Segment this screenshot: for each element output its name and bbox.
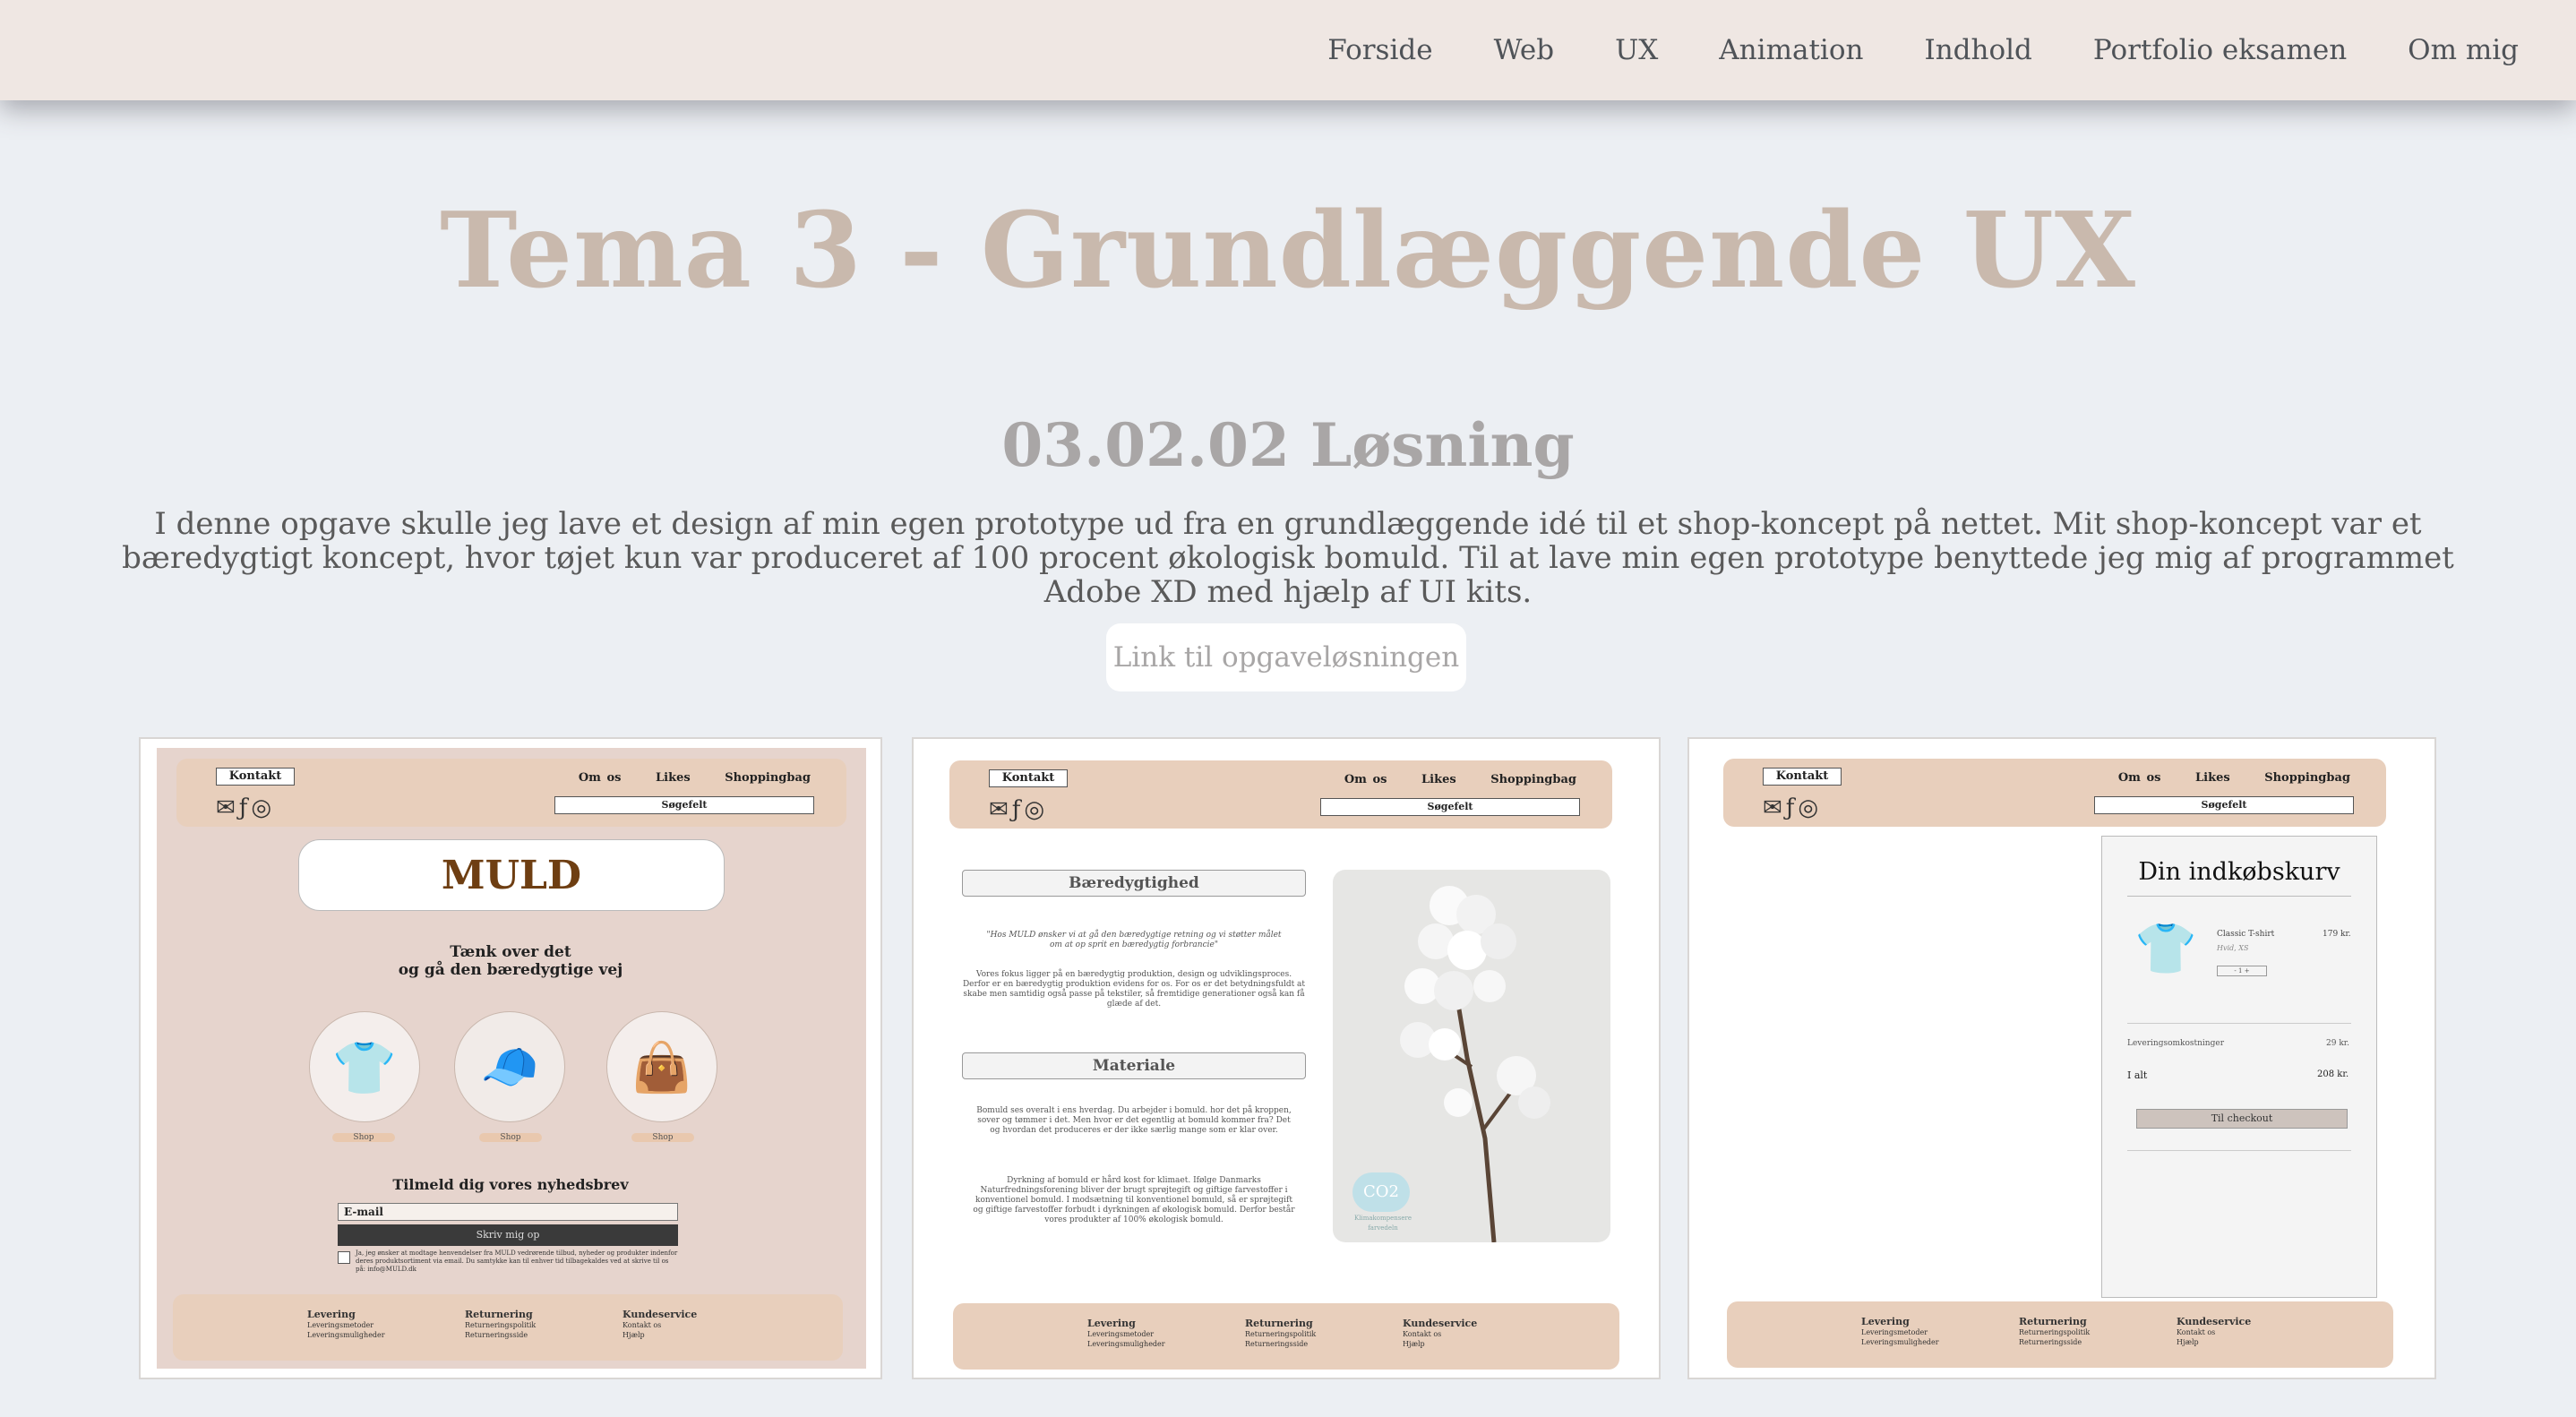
mockup-about-image[interactable]: Kontakt ✉ƒ◎ Om os Likes Shoppingbag Søge… (912, 737, 1661, 1379)
mockup-cart-panel: Din indkøbskurv 👕 Classic T-shirt Hvid, … (2101, 836, 2377, 1298)
intro-paragraph: I denne opgave skulle jeg lave et design… (122, 506, 2454, 610)
mockup-tagline: Tænk over det og gå den bæredygtige vej (398, 943, 623, 979)
mockup-cart-image[interactable]: Kontakt ✉ƒ◎ Om os Likes Shoppingbag Søge… (1687, 737, 2436, 1379)
mockup-link-about: Om os (578, 771, 622, 785)
mockup-co2-badge: CO2 (1352, 1172, 1410, 1212)
mockup-total-label: I alt (2127, 1069, 2148, 1081)
mockup-contact-button: Kontakt (216, 768, 295, 786)
mockup-shop-button-3: Shop (631, 1133, 694, 1142)
mockup-total-price: 208 kr. (2317, 1069, 2349, 1079)
mockup-cart-qty: - 1 + (2217, 966, 2267, 976)
nav-animation[interactable]: Animation (1719, 34, 1863, 66)
nav-forside[interactable]: Forside (1327, 34, 1432, 66)
mockup-footer: Levering Leveringsmetoder Leveringsmulighe… (1727, 1301, 2393, 1368)
mockup-link-likes: Likes (656, 771, 691, 785)
nav-indhold[interactable]: Indhold (1924, 34, 2031, 66)
mockup-cart-item-name: Classic T-shirt (2217, 930, 2275, 939)
mockup-cart-title: Din indkøbskurv (2138, 858, 2340, 886)
mockup-consent-text: Ja, jeg ønsker at modtage henvendelser f… (356, 1250, 678, 1273)
mockup-shipping-label: Leveringsomkostninger (2127, 1039, 2224, 1048)
mockup-cap-thumb: 🧢 (454, 1011, 565, 1122)
mockup-link-bag: Shoppingbag (725, 771, 811, 785)
mockup-cart-item-image: 👕 (2134, 920, 2197, 978)
nav-portfolio-eksamen[interactable]: Portfolio eksamen (2093, 34, 2347, 66)
mockup-header-links: Om os Likes Shoppingbag (550, 771, 811, 785)
mockup-cart-item-price: 179 kr. (2323, 930, 2351, 939)
mockup-sustainability-heading: Bæredygtighed (962, 870, 1306, 897)
mockup-home-image[interactable]: Kontakt ✉ƒ◎ Om os Likes Shoppingbag Søge… (139, 737, 882, 1379)
mockup-header: Kontakt ✉ƒ◎ Om os Likes Shoppingbag Søge… (1723, 759, 2386, 827)
mockup-cart-item-variant: Hvid, XS (2217, 944, 2249, 952)
mockup-bag-thumb: 👜 (606, 1011, 717, 1122)
mockup-shop-button-1: Shop (332, 1133, 395, 1142)
mockup-checkout-button: Til checkout (2136, 1109, 2348, 1129)
mockup-tshirt-thumb: 👕 (309, 1011, 420, 1122)
mockup-material-text-2: Dyrkning af bomuld er hård kost for klim… (973, 1176, 1295, 1224)
page-title: Tema 3 - Grundlæggende UX (440, 190, 2136, 312)
mockup-shipping-price: 29 kr. (2326, 1039, 2349, 1048)
mockup-sustainability-text: Vores fokus ligger på en bæredygtig prod… (962, 970, 1306, 1009)
mockup-brand-logo: MULD (298, 839, 725, 911)
nav-om-mig[interactable]: Om mig (2408, 34, 2519, 66)
mockup-signup-button: Skriv mig op (338, 1224, 678, 1246)
mockup-footer: Levering Leveringsmetoder Leveringsmulighe… (173, 1294, 843, 1361)
mockup-shop-button-2: Shop (479, 1133, 542, 1142)
mockup-co2-caption: Klimakompensere farvedeln (1354, 1215, 1412, 1232)
section-subtitle: 03.02.02 Løsning (1001, 410, 1575, 480)
mockup-search-field: Søgefelt (554, 796, 814, 814)
mockup-header: Kontakt ✉ƒ◎ Om os Likes Shoppingbag Søge… (176, 759, 846, 827)
nav-ux[interactable]: UX (1615, 34, 1658, 66)
mockup-social-icons: ✉ƒ◎ (216, 794, 276, 821)
mockup-newsletter-heading: Tilmeld dig vores nyhedsbrev (392, 1176, 629, 1193)
mockup-footer: Levering Leveringsmetoder Leveringsmulighe… (953, 1303, 1619, 1370)
mockup-material-heading: Materiale (962, 1052, 1306, 1079)
nav-web[interactable]: Web (1494, 34, 1555, 66)
mockup-quote: "Hos MULD ønsker vi at gå den bæredygtig… (986, 931, 1282, 949)
mockup-material-text-1: Bomuld ses overalt i ens hverdag. Du arb… (976, 1106, 1292, 1135)
solution-link-button[interactable]: Link til opgaveløsningen (1106, 623, 1466, 691)
mockup-consent-checkbox (338, 1251, 350, 1264)
mockup-header: Kontakt ✉ƒ◎ Om os Likes Shoppingbag Søge… (949, 760, 1612, 829)
top-navigation: Forside Web UX Animation Indhold Portfol… (0, 0, 2576, 100)
mockup-email-field: E-mail (338, 1203, 678, 1221)
